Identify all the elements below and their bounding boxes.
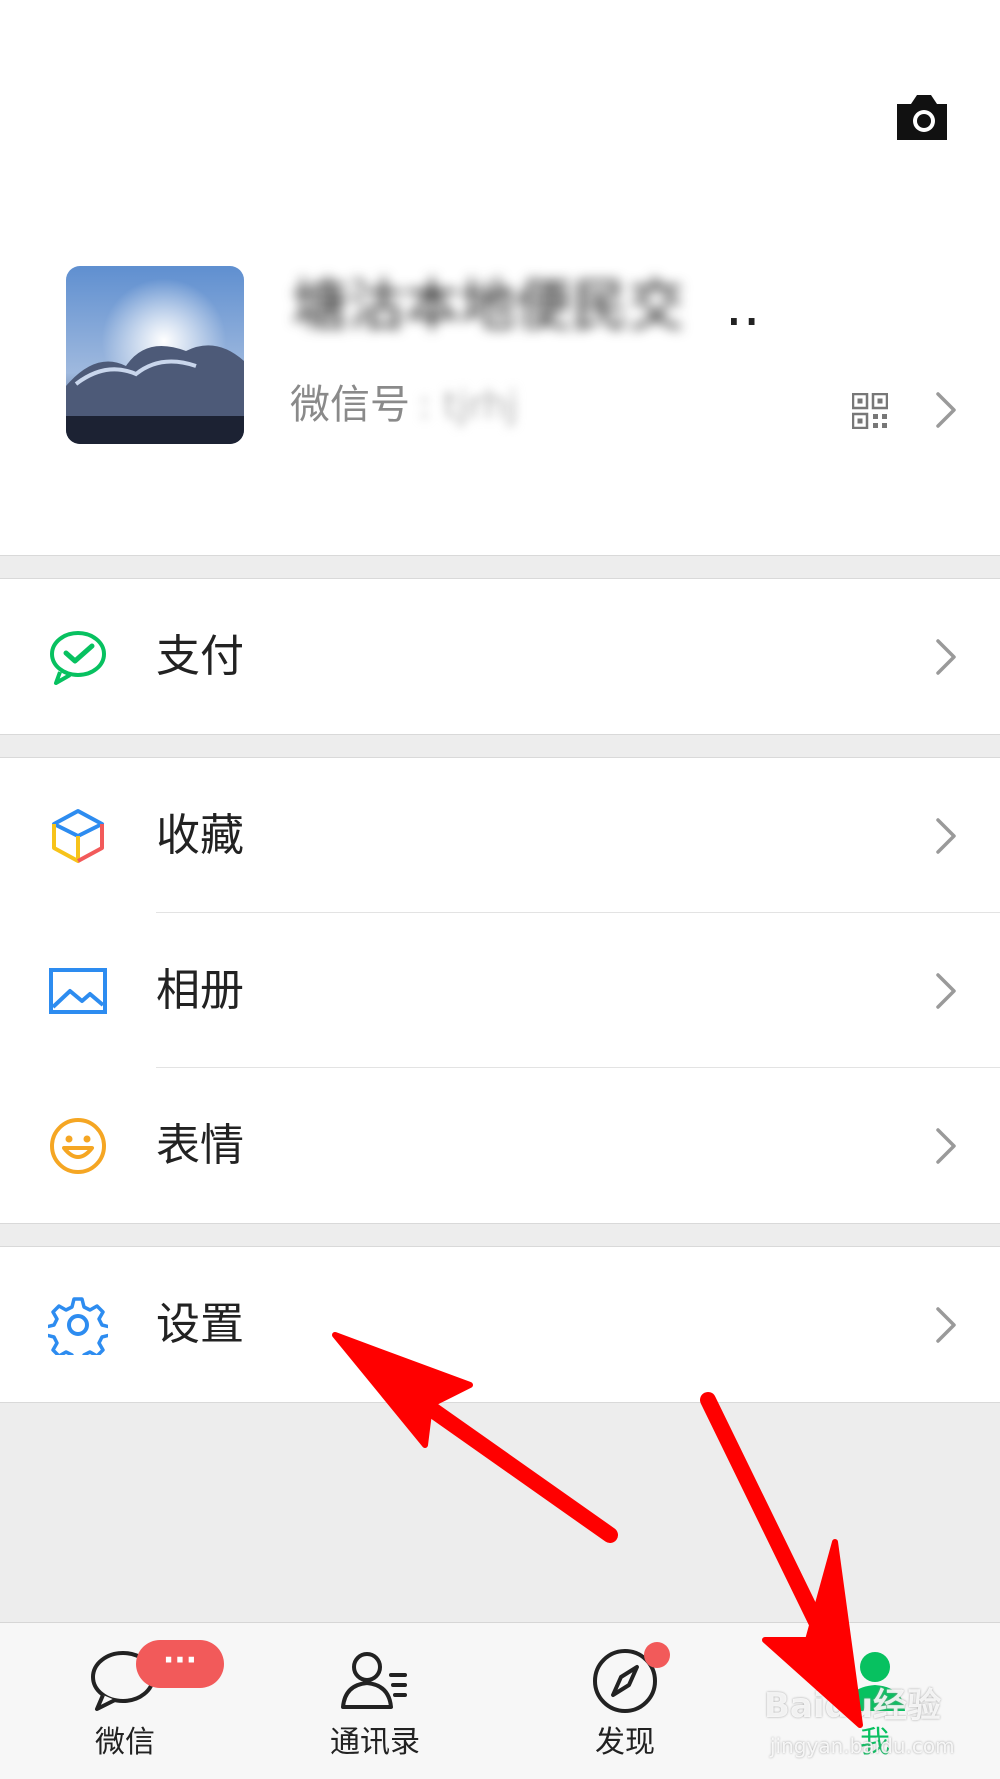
wechat-id-value: : tjrhj <box>418 383 518 427</box>
tab-chats[interactable]: ··· 微信 <box>0 1623 250 1779</box>
gear-icon <box>48 1297 108 1355</box>
settings-group: 设置 <box>0 1246 1000 1403</box>
baidu-watermark-url: jingyan.baidu.com <box>770 1734 955 1758</box>
tab-discover-label: 发现 <box>595 1725 655 1760</box>
pay-group: 支付 <box>0 578 1000 735</box>
profile-header: 塘沽本地便民交 .. 微信号 : tjrhj <box>0 0 1000 556</box>
album-image-icon <box>49 968 107 1014</box>
tab-chats-label: 微信 <box>95 1725 155 1760</box>
menu-item-stickers[interactable]: 表情 <box>0 1068 1000 1223</box>
chevron-right-icon <box>936 973 956 1009</box>
menu-item-favorites[interactable]: 收藏 <box>0 758 1000 913</box>
qr-code-icon[interactable] <box>852 393 888 429</box>
baidu-watermark: Baidu经验 <box>764 1686 942 1726</box>
chevron-right-icon[interactable] <box>934 390 958 430</box>
menu-item-pay[interactable]: 支付 <box>0 579 1000 734</box>
avatar[interactable] <box>66 266 244 444</box>
smiley-icon <box>50 1118 106 1174</box>
menu-item-album[interactable]: 相册 <box>0 913 1000 1068</box>
discover-red-dot <box>644 1642 670 1668</box>
chevron-right-icon <box>936 1307 956 1343</box>
menu-item-settings-label: 设置 <box>156 1299 244 1350</box>
chevron-right-icon <box>936 639 956 675</box>
avatar-image <box>66 266 244 444</box>
contacts-icon <box>341 1652 407 1709</box>
menu-item-stickers-label: 表情 <box>156 1120 244 1171</box>
nickname-ellipsis: .. <box>725 274 761 339</box>
tab-discover[interactable]: 发现 <box>500 1623 750 1779</box>
favorites-cube-icon <box>52 809 104 863</box>
menu-item-settings[interactable]: 设置 <box>0 1247 1000 1402</box>
collections-group: 收藏 相册 表情 <box>0 757 1000 1224</box>
wechat-pay-icon <box>50 631 106 685</box>
menu-item-favorites-label: 收藏 <box>156 810 244 861</box>
camera-icon[interactable] <box>893 92 951 142</box>
chevron-right-icon <box>936 1128 956 1164</box>
menu-item-album-label: 相册 <box>156 965 244 1016</box>
tab-contacts[interactable]: 通讯录 <box>250 1623 500 1779</box>
nickname: 塘沽本地便民交 <box>292 274 684 339</box>
tab-contacts-label: 通讯录 <box>330 1725 420 1760</box>
chevron-right-icon <box>936 818 956 854</box>
wechat-id-label: 微信号 <box>290 382 410 428</box>
unread-badge: ··· <box>136 1640 224 1688</box>
menu-item-pay-label: 支付 <box>156 631 244 682</box>
